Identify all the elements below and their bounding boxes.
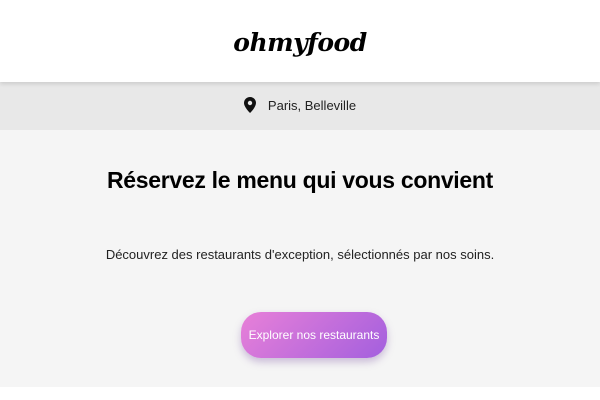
- location-bar: Paris, Belleville: [0, 82, 600, 130]
- explore-restaurants-button[interactable]: Explorer nos restaurants: [241, 312, 387, 358]
- hero-section: Réservez le menu qui vous convient Décou…: [0, 130, 600, 387]
- location-text: Paris, Belleville: [267, 97, 357, 113]
- logo[interactable]: ohmyfood: [0, 28, 600, 57]
- map-pin-icon: [243, 97, 256, 113]
- page-bottom: [0, 387, 600, 400]
- page-title: Réservez le menu qui vous convient: [106, 167, 494, 193]
- location-info: Paris, Belleville: [0, 97, 600, 113]
- site-header: ohmyfood: [0, 0, 600, 82]
- hero-description: Découvrez des restaurants d'exception, s…: [105, 247, 495, 262]
